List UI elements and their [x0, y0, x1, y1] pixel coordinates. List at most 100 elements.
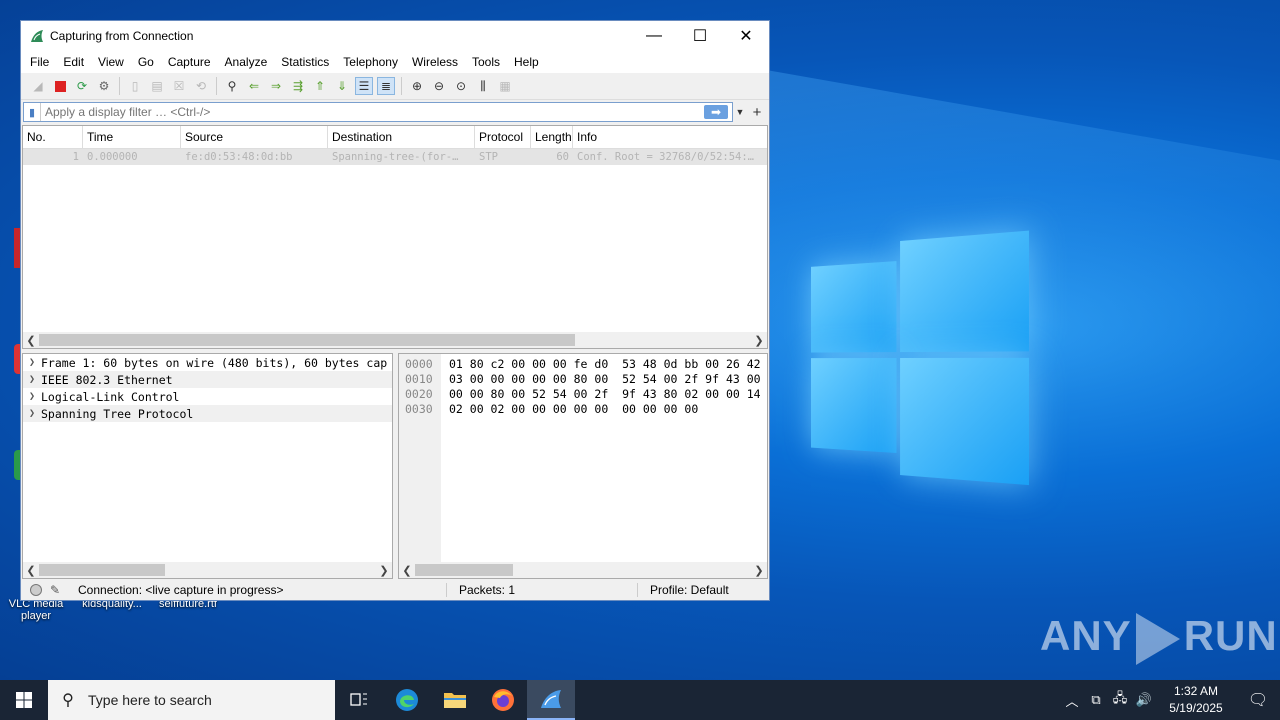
zoom-out-icon[interactable]: ⊖ [430, 77, 448, 95]
wireshark-fin-icon [541, 690, 561, 708]
maximize-button[interactable]: ☐ [677, 21, 723, 51]
packet-list-hscrollbar[interactable]: ❮ ❯ [23, 332, 767, 348]
notification-icon[interactable]: 🗨 [1236, 690, 1280, 710]
list-item[interactable]: ❯ Spanning Tree Protocol [23, 405, 392, 422]
table-row[interactable]: 1 0.000000 fe:d0:53:48:0d:bb Spanning-tr… [23, 149, 767, 165]
display-filter-row: ▮ ➡ ▼ + [21, 100, 769, 124]
taskbar-file-explorer[interactable] [431, 680, 479, 720]
scroll-thumb[interactable] [39, 334, 575, 346]
list-item[interactable]: ❯ Frame 1: 60 bytes on wire (480 bits), 6… [23, 354, 392, 371]
go-forward-icon[interactable]: ⇒ [267, 77, 285, 95]
column-header-source[interactable]: Source [181, 126, 328, 148]
hex-row[interactable]: 0010 03 00 00 00 00 00 80 00 52 54 00 2f … [399, 372, 761, 387]
bytes-hscrollbar[interactable]: ❮ ❯ [399, 562, 767, 578]
scroll-right-icon[interactable]: ❯ [751, 564, 767, 577]
menu-analyze[interactable]: Analyze [218, 55, 275, 69]
windows-logo-wallpaper [811, 230, 1030, 489]
chevron-right-icon[interactable]: ❯ [23, 357, 41, 368]
details-hscrollbar[interactable]: ❮ ❯ [23, 562, 392, 578]
firefox-icon [492, 689, 514, 711]
chevron-right-icon[interactable]: ❯ [23, 374, 41, 385]
cell-protocol: STP [479, 151, 498, 163]
network-icon[interactable]: 🖧 [1108, 689, 1132, 711]
scroll-thumb[interactable] [415, 564, 513, 576]
clock-date: 5/19/2025 [1169, 701, 1223, 715]
column-header-no[interactable]: No. [23, 126, 83, 148]
scroll-left-icon[interactable]: ❮ [23, 334, 39, 347]
reload-file-icon[interactable]: ⟲ [192, 77, 210, 95]
zoom-in-icon[interactable]: ⊕ [408, 77, 426, 95]
taskbar-search-box[interactable]: ⚲ Type here to search [48, 680, 335, 720]
menu-help[interactable]: Help [507, 55, 546, 69]
menu-go[interactable]: Go [131, 55, 161, 69]
open-file-icon[interactable]: ▯ [126, 77, 144, 95]
column-header-info[interactable]: Info [573, 126, 767, 148]
edge-icon [396, 689, 418, 711]
stop-capture-icon[interactable] [51, 77, 69, 95]
scroll-left-icon[interactable]: ❮ [399, 564, 415, 577]
hex-row[interactable]: 0030 02 00 02 00 00 00 00 00 00 00 00 00 [399, 402, 761, 417]
packet-list: No. Time Source Destination Protocol Len… [22, 125, 768, 349]
status-packets: Packets: 1 [446, 582, 637, 597]
last-packet-icon[interactable]: ⇓ [333, 77, 351, 95]
capture-options-icon[interactable]: ⚙ [95, 77, 113, 95]
menu-statistics[interactable]: Statistics [274, 55, 336, 69]
column-header-protocol[interactable]: Protocol [475, 126, 531, 148]
close-file-icon[interactable]: ☒ [170, 77, 188, 95]
cell-length: 60 [556, 151, 569, 163]
expert-info-icon[interactable] [30, 583, 42, 596]
normal-size-icon[interactable]: ⊙ [452, 77, 470, 95]
status-profile[interactable]: Profile: Default [637, 582, 729, 597]
title-bar[interactable]: Capturing from Connection — ☐ ✕ [21, 21, 769, 51]
start-capture-icon[interactable]: ◢ [29, 77, 47, 95]
layout-icon[interactable]: ▦ [496, 77, 514, 95]
find-packet-icon[interactable]: ⚲ [223, 77, 241, 95]
save-file-icon[interactable]: ▤ [148, 77, 166, 95]
go-back-icon[interactable]: ⇐ [245, 77, 263, 95]
menu-view[interactable]: View [91, 55, 131, 69]
chevron-right-icon[interactable]: ❯ [23, 391, 41, 402]
capture-comment-icon[interactable]: ✎ [50, 583, 64, 597]
menu-capture[interactable]: Capture [161, 55, 218, 69]
device-icon[interactable]: ⧉ [1084, 692, 1108, 708]
restart-capture-icon[interactable]: ⟳ [73, 77, 91, 95]
list-item[interactable]: ❯ IEEE 802.3 Ethernet [23, 371, 392, 388]
scroll-right-icon[interactable]: ❯ [751, 334, 767, 347]
colorize-icon[interactable]: ≣ [377, 77, 395, 95]
apply-filter-arrow-icon[interactable]: ➡ [704, 105, 728, 119]
resize-columns-icon[interactable]: ⫼ [474, 77, 492, 95]
column-header-length[interactable]: Length [531, 126, 573, 148]
add-filter-button-icon[interactable]: + [747, 104, 767, 121]
go-to-packet-icon[interactable]: ⇶ [289, 77, 307, 95]
filter-dropdown-icon[interactable]: ▼ [733, 107, 747, 117]
start-button[interactable] [0, 680, 48, 720]
hex-row[interactable]: 0020 00 00 80 00 52 54 00 2f 9f 43 80 02 … [399, 387, 761, 402]
scroll-left-icon[interactable]: ❮ [23, 564, 39, 577]
column-header-time[interactable]: Time [83, 126, 181, 148]
menu-file[interactable]: File [23, 55, 56, 69]
minimize-button[interactable]: — [631, 21, 677, 51]
menu-edit[interactable]: Edit [56, 55, 91, 69]
display-filter-input[interactable] [41, 104, 704, 120]
task-view-button[interactable] [335, 680, 383, 720]
autoscroll-icon[interactable]: ☰ [355, 77, 373, 95]
list-item[interactable]: ❯ Logical-Link Control [23, 388, 392, 405]
scroll-right-icon[interactable]: ❯ [376, 564, 392, 577]
taskbar-firefox[interactable] [479, 680, 527, 720]
close-button[interactable]: ✕ [723, 21, 769, 51]
taskbar-edge[interactable] [383, 680, 431, 720]
menu-tools[interactable]: Tools [465, 55, 507, 69]
desktop-icon-vlc[interactable]: VLC media player [4, 598, 68, 622]
first-packet-icon[interactable]: ⇑ [311, 77, 329, 95]
chevron-up-icon[interactable]: ︿ [1060, 691, 1084, 710]
scroll-thumb[interactable] [39, 564, 165, 576]
taskbar-wireshark[interactable] [527, 680, 575, 720]
menu-telephony[interactable]: Telephony [336, 55, 405, 69]
clock[interactable]: 1:32 AM 5/19/2025 [1156, 683, 1236, 717]
volume-icon[interactable]: 🔊 [1132, 692, 1156, 708]
chevron-right-icon[interactable]: ❯ [23, 408, 41, 419]
bookmark-icon[interactable]: ▮ [24, 103, 41, 121]
hex-row[interactable]: 0000 01 80 c2 00 00 00 fe d0 53 48 0d bb … [399, 357, 761, 372]
column-header-destination[interactable]: Destination [328, 126, 475, 148]
menu-wireless[interactable]: Wireless [405, 55, 465, 69]
